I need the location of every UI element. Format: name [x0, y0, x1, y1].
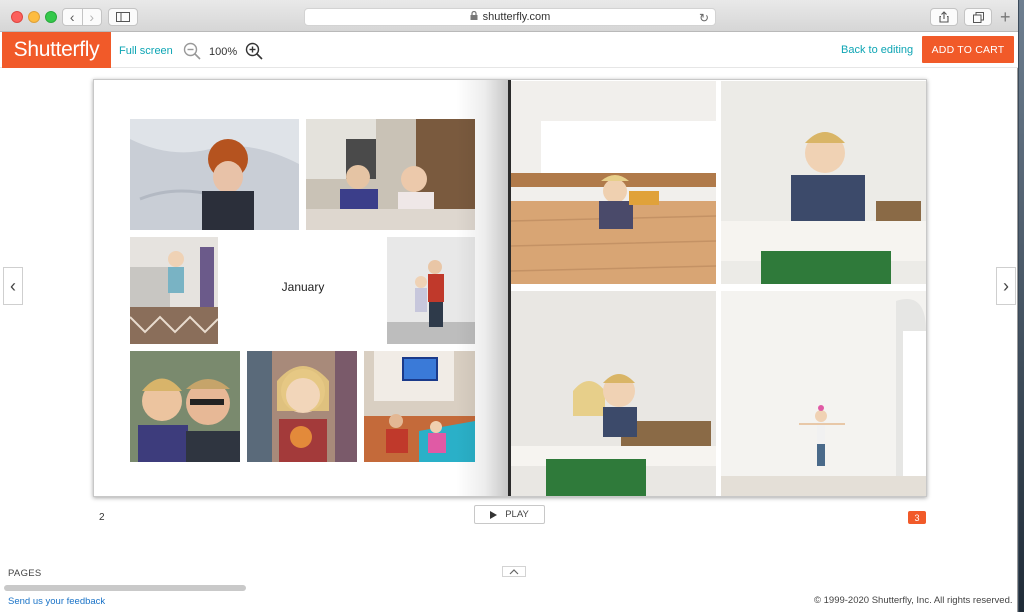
chevron-left-icon: ‹ [69, 9, 75, 25]
copyright-text: © 1999-2020 Shutterfly, Inc. All rights … [814, 595, 1013, 606]
zoom-in-icon [245, 42, 263, 60]
chevron-left-icon: ‹ [10, 275, 16, 296]
url-text: shutterfly.com [482, 11, 551, 23]
photo-book-spread: January [93, 79, 927, 497]
month-label: January [281, 280, 325, 294]
reload-icon[interactable]: ↻ [699, 11, 709, 25]
photo-boy-drawing[interactable] [721, 81, 926, 284]
expand-pages-button[interactable] [502, 566, 526, 577]
back-to-editing-link[interactable]: Back to editing [841, 44, 913, 56]
browser-toolbar: ‹ › shutterfly.com ↻ + [0, 0, 1018, 32]
next-page-button[interactable]: › [996, 267, 1016, 305]
play-icon [490, 510, 498, 519]
tabs-icon [972, 11, 984, 23]
share-icon [939, 11, 949, 23]
full-screen-link[interactable]: Full screen [119, 45, 173, 57]
sidebar-toggle-button[interactable] [108, 8, 138, 26]
preview-header: Shutterfly Full screen 100% Back to edit… [0, 32, 1018, 68]
share-button[interactable] [930, 8, 958, 26]
photo-kids-at-table[interactable] [511, 291, 716, 496]
left-page-number: 2 [99, 512, 105, 523]
add-to-cart-button[interactable]: ADD TO CART [922, 36, 1014, 63]
book-spine-shadow [456, 80, 508, 496]
shutterfly-logo[interactable]: Shutterfly [2, 32, 111, 68]
right-page-number-badge: 3 [908, 511, 926, 524]
plus-icon: + [1000, 7, 1011, 27]
photo-selfie-dad-son[interactable] [130, 351, 240, 462]
browser-window: ‹ › shutterfly.com ↻ + Shutterfly Full s… [0, 0, 1018, 612]
photo-girl-living-room[interactable] [130, 237, 218, 344]
history-nav: ‹ › [62, 8, 102, 26]
lock-icon [470, 10, 478, 23]
photo-girl-arms-out[interactable] [721, 291, 926, 496]
chevron-up-icon [509, 568, 519, 574]
feedback-link[interactable]: Send us your feedback [8, 596, 105, 607]
play-label: PLAY [505, 509, 529, 520]
play-button[interactable]: PLAY [474, 505, 545, 524]
photo-snow-fox-hat[interactable] [130, 119, 299, 230]
back-button[interactable]: ‹ [63, 9, 82, 25]
close-window-button[interactable] [11, 11, 23, 23]
photo-girl-on-floor[interactable] [511, 81, 716, 284]
new-tab-button[interactable]: + [1000, 7, 1011, 27]
desktop-background [1019, 0, 1024, 612]
zoom-out-icon [183, 42, 201, 60]
address-bar[interactable]: shutterfly.com ↻ [304, 8, 716, 26]
previous-page-button[interactable]: ‹ [3, 267, 23, 305]
zoom-in-button[interactable] [245, 42, 263, 65]
zoom-level: 100% [209, 46, 238, 58]
pages-scrollbar[interactable] [4, 585, 246, 591]
show-tabs-button[interactable] [964, 8, 992, 26]
photo-kitchen-kids[interactable] [306, 119, 475, 230]
maximize-window-button[interactable] [45, 11, 57, 23]
chevron-right-icon: › [1003, 275, 1009, 296]
pages-label: PAGES [8, 568, 42, 579]
zoom-out-button[interactable] [183, 42, 201, 65]
minimize-window-button[interactable] [28, 11, 40, 23]
photo-girl-with-orange[interactable] [247, 351, 357, 462]
forward-button[interactable]: › [81, 9, 102, 25]
chevron-right-icon: › [89, 9, 95, 25]
sidebar-icon [116, 12, 130, 22]
